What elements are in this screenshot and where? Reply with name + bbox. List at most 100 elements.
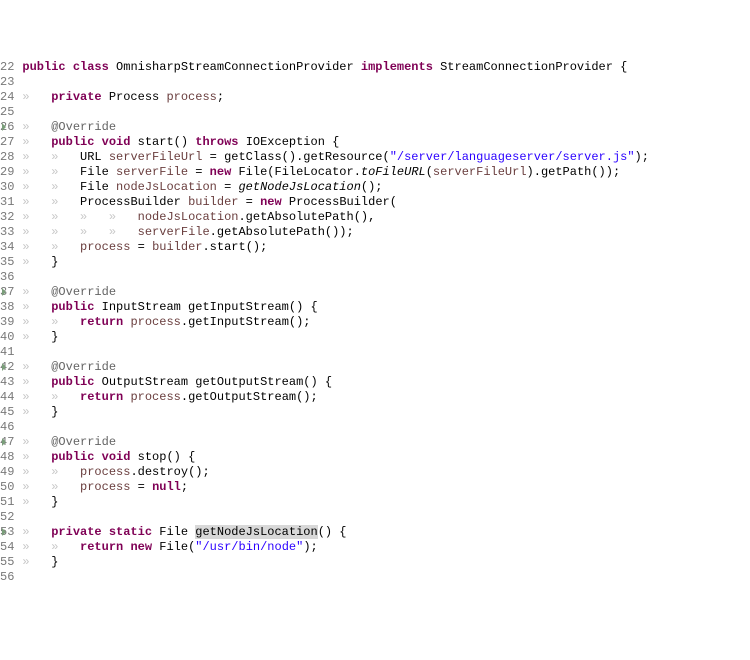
line-number: 51 <box>0 495 14 510</box>
code-line[interactable]: » public InputStream getInputStream() { <box>22 300 750 315</box>
line-number: 45 <box>0 405 14 420</box>
code-line[interactable]: » private static File getNodeJsLocation(… <box>22 525 750 540</box>
line-number: 54 <box>0 540 14 555</box>
code-line[interactable] <box>22 105 750 120</box>
code-line[interactable] <box>22 420 750 435</box>
line-number: 41 <box>0 345 14 360</box>
whitespace-marker: » <box>22 435 51 449</box>
line-number: 27 <box>0 135 14 150</box>
line-number: 47 <box>0 435 14 450</box>
whitespace-marker: » <box>51 210 80 224</box>
code-line[interactable]: » public void start() throws IOException… <box>22 135 750 150</box>
code-line[interactable] <box>22 75 750 90</box>
code-line[interactable]: » » return process.getOutputStream(); <box>22 390 750 405</box>
code-line[interactable]: » @Override <box>22 360 750 375</box>
line-number: 22 <box>0 60 14 75</box>
code-line[interactable]: » » File serverFile = new File(FileLocat… <box>22 165 750 180</box>
code-line[interactable]: » } <box>22 495 750 510</box>
whitespace-marker: » <box>22 285 51 299</box>
whitespace-marker: » <box>22 180 51 194</box>
whitespace-marker: » <box>22 480 51 494</box>
code-token: ( <box>426 165 433 179</box>
code-line[interactable]: » } <box>22 555 750 570</box>
code-token: OmnisharpStreamConnectionProvider <box>116 60 354 74</box>
code-token: process <box>130 315 180 329</box>
code-token: = <box>217 180 239 194</box>
whitespace-marker: » <box>51 390 80 404</box>
code-line[interactable]: » » URL serverFileUrl = getClass().getRe… <box>22 150 750 165</box>
code-token: serverFile <box>116 165 188 179</box>
whitespace-marker: » <box>109 225 138 239</box>
code-token: "/usr/bin/node" <box>195 540 303 554</box>
code-token: return <box>80 540 130 554</box>
code-line[interactable]: » » » » serverFile.getAbsolutePath()); <box>22 225 750 240</box>
code-line[interactable]: » » return new File("/usr/bin/node"); <box>22 540 750 555</box>
line-number: 38 <box>0 300 14 315</box>
code-token: nodeJsLocation <box>116 180 217 194</box>
whitespace-marker: » <box>51 150 80 164</box>
whitespace-marker: » <box>22 135 51 149</box>
code-line[interactable]: » } <box>22 405 750 420</box>
code-line[interactable]: » » ProcessBuilder builder = new Process… <box>22 195 750 210</box>
code-token: } <box>51 255 58 269</box>
code-line[interactable]: » } <box>22 330 750 345</box>
whitespace-marker: » <box>22 90 51 104</box>
code-token: ); <box>303 540 317 554</box>
code-token: .getOutputStream(); <box>181 390 318 404</box>
line-number: 52 <box>0 510 14 525</box>
code-token: .destroy(); <box>130 465 209 479</box>
code-line[interactable] <box>22 570 750 585</box>
code-token: process <box>80 465 130 479</box>
code-token: ).getPath()); <box>527 165 621 179</box>
line-number: 53 <box>0 525 14 540</box>
code-editor[interactable]: 2223242526272829303132333435363738394041… <box>0 60 750 585</box>
code-line[interactable]: » } <box>22 255 750 270</box>
code-line[interactable]: » » process = builder.start(); <box>22 240 750 255</box>
code-line[interactable]: » public OutputStream getOutputStream() … <box>22 375 750 390</box>
code-token: process <box>80 480 130 494</box>
code-token: .getAbsolutePath(), <box>238 210 375 224</box>
code-line[interactable]: » private Process process; <box>22 90 750 105</box>
whitespace-marker: » <box>22 555 51 569</box>
whitespace-marker: » <box>22 165 51 179</box>
code-token: return <box>80 315 130 329</box>
code-token: getNodeJsLocation <box>238 180 360 194</box>
whitespace-marker: » <box>51 180 80 194</box>
code-line[interactable]: » @Override <box>22 285 750 300</box>
code-line[interactable]: » @Override <box>22 120 750 135</box>
whitespace-marker: » <box>22 360 51 374</box>
code-line[interactable] <box>22 270 750 285</box>
code-token: public <box>51 135 101 149</box>
code-token: @Override <box>51 120 116 134</box>
line-number: 36 <box>0 270 14 285</box>
code-token: serverFileUrl <box>109 150 203 164</box>
whitespace-marker: » <box>22 540 51 554</box>
code-token: return <box>80 390 130 404</box>
code-token: toFileURL <box>361 165 426 179</box>
code-token: .start(); <box>202 240 267 254</box>
code-token: = <box>238 195 260 209</box>
line-number: 39 <box>0 315 14 330</box>
code-token: getNodeJsLocation <box>195 525 317 539</box>
code-token: builder <box>188 195 238 209</box>
code-token: process <box>166 90 216 104</box>
code-line[interactable]: » » process.destroy(); <box>22 465 750 480</box>
code-line[interactable]: public class OmnisharpStreamConnectionPr… <box>22 60 750 75</box>
code-token: ; <box>181 480 188 494</box>
line-number: 26 <box>0 120 14 135</box>
code-line[interactable]: » » return process.getInputStream(); <box>22 315 750 330</box>
code-token: static <box>109 525 159 539</box>
code-line[interactable]: » public void stop() { <box>22 450 750 465</box>
code-token: File <box>80 165 116 179</box>
code-line[interactable] <box>22 345 750 360</box>
whitespace-marker: » <box>80 210 109 224</box>
code-line[interactable]: » @Override <box>22 435 750 450</box>
line-number: 35 <box>0 255 14 270</box>
code-area[interactable]: public class OmnisharpStreamConnectionPr… <box>20 60 750 585</box>
code-token: IOException { <box>246 135 340 149</box>
code-line[interactable] <box>22 510 750 525</box>
code-line[interactable]: » » » » nodeJsLocation.getAbsolutePath()… <box>22 210 750 225</box>
code-line[interactable]: » » File nodeJsLocation = getNodeJsLocat… <box>22 180 750 195</box>
code-line[interactable]: » » process = null; <box>22 480 750 495</box>
code-token: null <box>152 480 181 494</box>
